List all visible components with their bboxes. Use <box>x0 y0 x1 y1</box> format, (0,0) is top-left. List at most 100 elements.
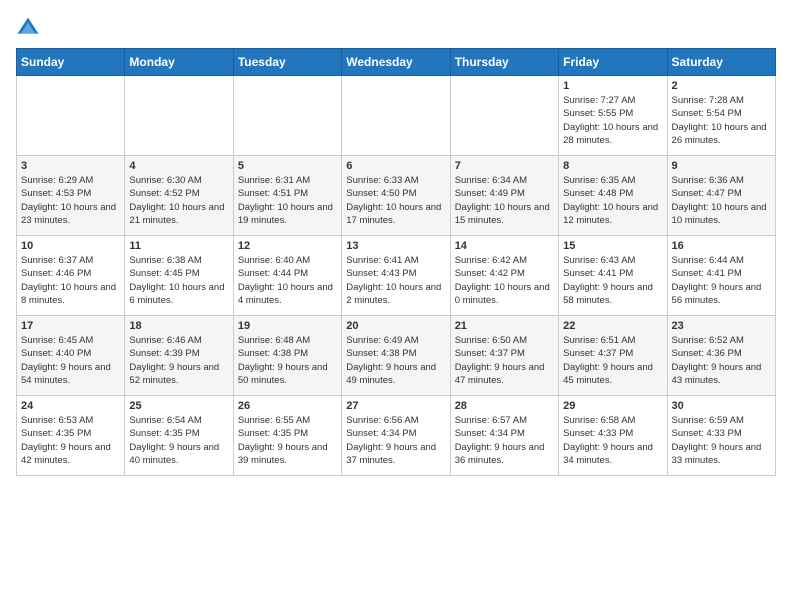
day-info: Sunrise: 6:41 AM Sunset: 4:43 PM Dayligh… <box>346 254 445 307</box>
day-info: Sunrise: 6:59 AM Sunset: 4:33 PM Dayligh… <box>672 414 771 467</box>
day-info: Sunrise: 6:51 AM Sunset: 4:37 PM Dayligh… <box>563 334 662 387</box>
calendar-day-cell: 11Sunrise: 6:38 AM Sunset: 4:45 PM Dayli… <box>125 236 233 316</box>
day-number: 23 <box>672 320 771 332</box>
calendar-day-cell: 1 Sunrise: 7:27 AM Sunset: 5:55 PM Daylig… <box>559 76 667 156</box>
calendar-day-cell: 23 Sunrise: 6:52 AM Sunset: 4:36 PM Dayli… <box>667 316 775 396</box>
day-info: Sunrise: 7:28 AM Sunset: 5:54 PM Dayligh… <box>672 94 771 147</box>
calendar-day-cell: 3 Sunrise: 6:29 AM Sunset: 4:53 PM Daylig… <box>17 156 125 236</box>
calendar-day-cell: 14 Sunrise: 6:42 AM Sunset: 4:42 PM Dayli… <box>450 236 558 316</box>
calendar-week-row: 24 Sunrise: 6:53 AM Sunset: 4:35 PM Dayli… <box>17 396 776 476</box>
day-info: Sunrise: 7:27 AM Sunset: 5:55 PM Dayligh… <box>563 94 662 147</box>
calendar-day-cell: 22 Sunrise: 6:51 AM Sunset: 4:37 PM Dayli… <box>559 316 667 396</box>
day-info: Sunrise: 6:56 AM Sunset: 4:34 PM Dayligh… <box>346 414 445 467</box>
day-number: 2 <box>672 80 771 92</box>
day-info: Sunrise: 6:54 AM Sunset: 4:35 PM Dayligh… <box>129 414 228 467</box>
day-number: 8 <box>563 160 662 172</box>
calendar-day-cell: 24 Sunrise: 6:53 AM Sunset: 4:35 PM Dayli… <box>17 396 125 476</box>
day-info: Sunrise: 6:53 AM Sunset: 4:35 PM Dayligh… <box>21 414 120 467</box>
day-number: 6 <box>346 160 445 172</box>
calendar-day-cell: 7 Sunrise: 6:34 AM Sunset: 4:49 PM Daylig… <box>450 156 558 236</box>
calendar-day-cell: 29 Sunrise: 6:58 AM Sunset: 4:33 PM Dayli… <box>559 396 667 476</box>
day-number: 16 <box>672 240 771 252</box>
day-number: 27 <box>346 400 445 412</box>
calendar-week-row: 3 Sunrise: 6:29 AM Sunset: 4:53 PM Daylig… <box>17 156 776 236</box>
calendar-day-cell: 25 Sunrise: 6:54 AM Sunset: 4:35 PM Dayli… <box>125 396 233 476</box>
calendar-day-cell: 16 Sunrise: 6:44 AM Sunset: 4:41 PM Dayli… <box>667 236 775 316</box>
calendar-day-cell <box>342 76 450 156</box>
day-info: Sunrise: 6:58 AM Sunset: 4:33 PM Dayligh… <box>563 414 662 467</box>
day-info: Sunrise: 6:45 AM Sunset: 4:40 PM Dayligh… <box>21 334 120 387</box>
day-number: 24 <box>21 400 120 412</box>
day-info: Sunrise: 6:31 AM Sunset: 4:51 PM Dayligh… <box>238 174 337 227</box>
weekday-header: Friday <box>559 49 667 76</box>
calendar-day-cell: 21Sunrise: 6:50 AM Sunset: 4:37 PM Dayli… <box>450 316 558 396</box>
day-info: Sunrise: 6:30 AM Sunset: 4:52 PM Dayligh… <box>129 174 228 227</box>
day-number: 22 <box>563 320 662 332</box>
day-number: 14 <box>455 240 554 252</box>
day-number: 20 <box>346 320 445 332</box>
logo <box>16 16 44 40</box>
calendar-day-cell <box>17 76 125 156</box>
day-number: 5 <box>238 160 337 172</box>
weekday-header: Wednesday <box>342 49 450 76</box>
weekday-header: Monday <box>125 49 233 76</box>
day-number: 15 <box>563 240 662 252</box>
day-info: Sunrise: 6:49 AM Sunset: 4:38 PM Dayligh… <box>346 334 445 387</box>
calendar-day-cell: 13 Sunrise: 6:41 AM Sunset: 4:43 PM Dayli… <box>342 236 450 316</box>
day-info: Sunrise: 6:43 AM Sunset: 4:41 PM Dayligh… <box>563 254 662 307</box>
day-info: Sunrise: 6:48 AM Sunset: 4:38 PM Dayligh… <box>238 334 337 387</box>
calendar-day-cell: 10 Sunrise: 6:37 AM Sunset: 4:46 PM Dayli… <box>17 236 125 316</box>
day-number: 25 <box>129 400 228 412</box>
weekday-header: Tuesday <box>233 49 341 76</box>
weekday-header: Saturday <box>667 49 775 76</box>
day-info: Sunrise: 6:40 AM Sunset: 4:44 PM Dayligh… <box>238 254 337 307</box>
day-number: 3 <box>21 160 120 172</box>
day-number: 11 <box>129 240 228 252</box>
day-info: Sunrise: 6:34 AM Sunset: 4:49 PM Dayligh… <box>455 174 554 227</box>
day-info: Sunrise: 6:55 AM Sunset: 4:35 PM Dayligh… <box>238 414 337 467</box>
logo-icon <box>16 16 40 40</box>
calendar-day-cell: 30 Sunrise: 6:59 AM Sunset: 4:33 PM Dayli… <box>667 396 775 476</box>
calendar-day-cell: 9Sunrise: 6:36 AM Sunset: 4:47 PM Daylig… <box>667 156 775 236</box>
day-info: Sunrise: 6:36 AM Sunset: 4:47 PM Dayligh… <box>672 174 771 227</box>
day-info: Sunrise: 6:44 AM Sunset: 4:41 PM Dayligh… <box>672 254 771 307</box>
weekday-header: Thursday <box>450 49 558 76</box>
calendar-day-cell <box>450 76 558 156</box>
calendar-day-cell: 18 Sunrise: 6:46 AM Sunset: 4:39 PM Dayli… <box>125 316 233 396</box>
day-info: Sunrise: 6:52 AM Sunset: 4:36 PM Dayligh… <box>672 334 771 387</box>
day-number: 18 <box>129 320 228 332</box>
day-number: 30 <box>672 400 771 412</box>
day-info: Sunrise: 6:35 AM Sunset: 4:48 PM Dayligh… <box>563 174 662 227</box>
day-info: Sunrise: 6:37 AM Sunset: 4:46 PM Dayligh… <box>21 254 120 307</box>
day-number: 7 <box>455 160 554 172</box>
day-info: Sunrise: 6:50 AM Sunset: 4:37 PM Dayligh… <box>455 334 554 387</box>
calendar-day-cell: 5 Sunrise: 6:31 AM Sunset: 4:51 PM Daylig… <box>233 156 341 236</box>
calendar-day-cell: 12Sunrise: 6:40 AM Sunset: 4:44 PM Dayli… <box>233 236 341 316</box>
calendar-day-cell: 20 Sunrise: 6:49 AM Sunset: 4:38 PM Dayli… <box>342 316 450 396</box>
day-number: 4 <box>129 160 228 172</box>
day-info: Sunrise: 6:46 AM Sunset: 4:39 PM Dayligh… <box>129 334 228 387</box>
calendar-day-cell: 19 Sunrise: 6:48 AM Sunset: 4:38 PM Dayli… <box>233 316 341 396</box>
calendar-day-cell <box>233 76 341 156</box>
calendar-day-cell: 28 Sunrise: 6:57 AM Sunset: 4:34 PM Dayli… <box>450 396 558 476</box>
calendar-day-cell: 2 Sunrise: 7:28 AM Sunset: 5:54 PM Daylig… <box>667 76 775 156</box>
weekday-header: Sunday <box>17 49 125 76</box>
day-info: Sunrise: 6:29 AM Sunset: 4:53 PM Dayligh… <box>21 174 120 227</box>
day-number: 1 <box>563 80 662 92</box>
day-number: 17 <box>21 320 120 332</box>
calendar-day-cell: 4 Sunrise: 6:30 AM Sunset: 4:52 PM Daylig… <box>125 156 233 236</box>
day-number: 29 <box>563 400 662 412</box>
day-info: Sunrise: 6:33 AM Sunset: 4:50 PM Dayligh… <box>346 174 445 227</box>
calendar-day-cell <box>125 76 233 156</box>
day-number: 19 <box>238 320 337 332</box>
calendar-week-row: 17 Sunrise: 6:45 AM Sunset: 4:40 PM Dayli… <box>17 316 776 396</box>
day-info: Sunrise: 6:57 AM Sunset: 4:34 PM Dayligh… <box>455 414 554 467</box>
day-number: 28 <box>455 400 554 412</box>
calendar-day-cell: 15 Sunrise: 6:43 AM Sunset: 4:41 PM Dayli… <box>559 236 667 316</box>
day-info: Sunrise: 6:42 AM Sunset: 4:42 PM Dayligh… <box>455 254 554 307</box>
weekday-header-row: SundayMondayTuesdayWednesdayThursdayFrid… <box>17 49 776 76</box>
calendar-day-cell: 27 Sunrise: 6:56 AM Sunset: 4:34 PM Dayli… <box>342 396 450 476</box>
day-number: 13 <box>346 240 445 252</box>
day-number: 10 <box>21 240 120 252</box>
calendar-day-cell: 8 Sunrise: 6:35 AM Sunset: 4:48 PM Daylig… <box>559 156 667 236</box>
